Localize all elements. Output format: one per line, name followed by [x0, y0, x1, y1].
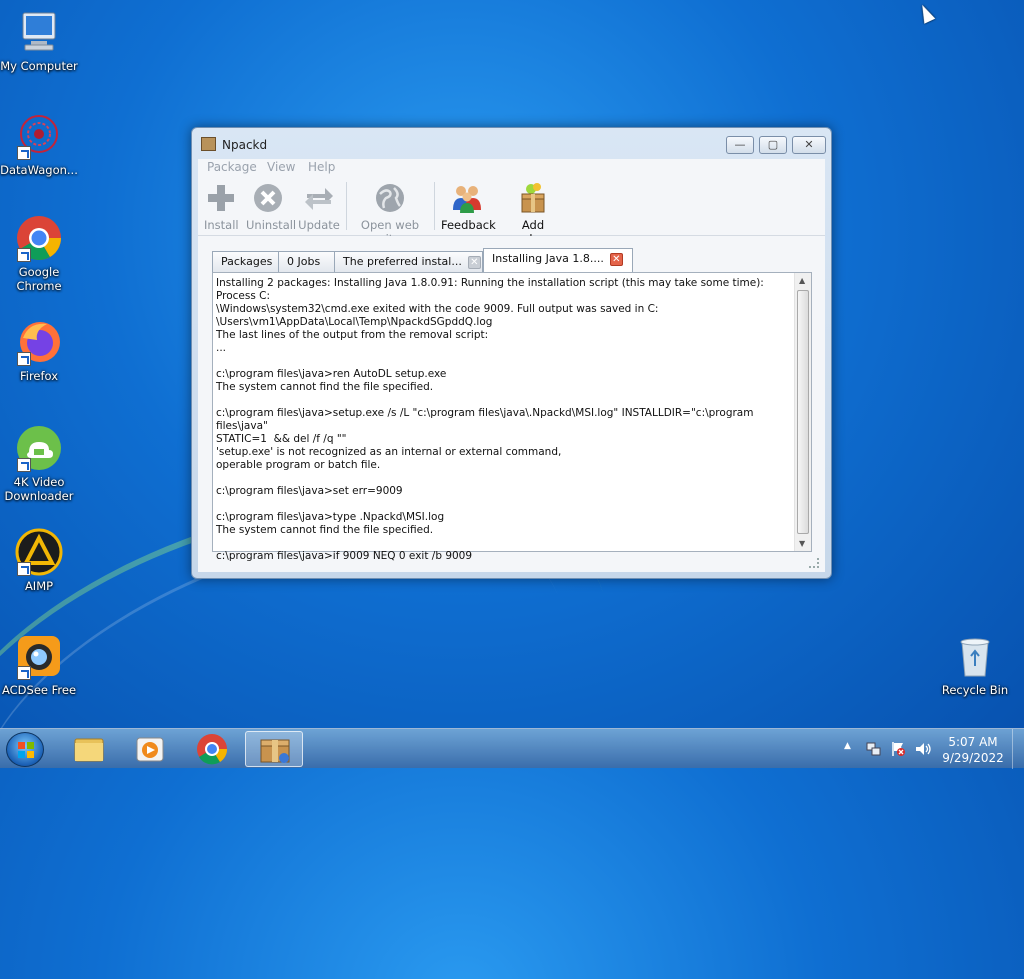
- feedback-button[interactable]: Feedback: [441, 182, 496, 232]
- desktop-icon-firefox[interactable]: Firefox: [0, 318, 78, 383]
- desktop-icon-label: DataWagon...: [0, 163, 78, 177]
- tab-label: The preferred instal...: [343, 255, 462, 268]
- firefox-icon: [15, 318, 63, 366]
- install-button[interactable]: Install: [204, 182, 239, 232]
- uninstall-button[interactable]: Uninstall: [246, 182, 296, 232]
- update-arrows-icon: [303, 182, 335, 214]
- minimize-button[interactable]: —: [726, 136, 754, 154]
- maximize-button[interactable]: ▢: [759, 136, 787, 154]
- taskbar: ▲ 5:07 AM 9/29/2022: [0, 728, 1024, 769]
- recycle-bin-icon: [951, 632, 999, 680]
- menu-view[interactable]: View: [267, 160, 295, 174]
- desktop-icon-label: Recycle Bin: [941, 683, 1009, 697]
- tab-label: Installing Java 1.8....: [492, 252, 604, 265]
- tab-jobs[interactable]: 0 Jobs: [278, 251, 335, 272]
- desktop-icon-label: Google Chrome: [16, 265, 62, 293]
- desktop-icon-label: Firefox: [19, 369, 59, 383]
- npackd-window: Npackd — ▢ ✕ Package View Help Install U…: [191, 127, 832, 579]
- computer-icon: [15, 8, 63, 56]
- taskbar-media-player[interactable]: [121, 731, 179, 767]
- tab-close-icon[interactable]: ✕: [467, 255, 481, 269]
- content-area: Packages 0 Jobs The preferred instal... ✕…: [198, 236, 825, 572]
- acdsee-icon: [15, 632, 63, 680]
- shortcut-arrow-icon: [17, 458, 31, 472]
- menu-help[interactable]: Help: [308, 160, 335, 174]
- desktop-icon-google-chrome[interactable]: Google Chrome: [0, 214, 78, 293]
- shortcut-arrow-icon: [17, 352, 31, 366]
- menu-bar: Package View Help: [198, 159, 825, 176]
- resize-grip-icon[interactable]: [809, 558, 819, 568]
- update-label: Update: [298, 218, 340, 232]
- start-button[interactable]: [6, 732, 44, 767]
- plus-icon: [205, 182, 237, 214]
- chrome-icon: [15, 214, 63, 262]
- tab-close-icon[interactable]: ✕: [609, 252, 623, 266]
- desktop-icon-acdsee-free[interactable]: ACDSee Free: [0, 632, 78, 697]
- video-downloader-icon: [15, 424, 63, 472]
- package-add-icon: [517, 182, 549, 214]
- windows-logo-icon: [18, 742, 34, 758]
- network-icon[interactable]: [866, 741, 882, 781]
- action-center-flag-icon[interactable]: [890, 741, 906, 781]
- tab-label: 0 Jobs: [287, 255, 321, 268]
- shortcut-arrow-icon: [17, 146, 31, 160]
- npackd-app-icon: [201, 137, 216, 151]
- log-output[interactable]: Installing 2 packages: Installing Java 1…: [212, 272, 812, 562]
- shortcut-arrow-icon: [17, 562, 31, 576]
- desktop-icon-4k-video-downloader[interactable]: 4K Video Downloader: [0, 424, 78, 503]
- show-desktop-button[interactable]: [1012, 729, 1024, 769]
- toolbar-separator: [346, 182, 347, 230]
- desktop-icon-label: AIMP: [24, 579, 54, 593]
- uninstall-label: Uninstall: [246, 218, 297, 232]
- taskbar-clock[interactable]: 5:07 AM 9/29/2022: [934, 734, 1012, 766]
- window-titlebar[interactable]: Npackd — ▢ ✕: [192, 128, 831, 160]
- npackd-package-icon: [260, 739, 290, 763]
- install-label: Install: [204, 218, 239, 232]
- window-title: Npackd: [222, 138, 268, 152]
- tab-label: Packages: [221, 255, 273, 268]
- folder-icon: [74, 738, 104, 762]
- tab-preferred-installation[interactable]: The preferred instal... ✕: [334, 251, 483, 272]
- close-button[interactable]: ✕: [792, 136, 826, 154]
- desktop-icon-label: ACDSee Free: [1, 683, 77, 697]
- media-player-icon: [136, 737, 164, 762]
- menu-package[interactable]: Package: [207, 160, 257, 174]
- clock-time: 5:07 AM: [948, 735, 998, 749]
- tab-installing-java[interactable]: Installing Java 1.8.... ✕: [483, 248, 633, 273]
- clock-date: 9/29/2022: [942, 751, 1004, 765]
- x-circle-icon: [252, 182, 284, 214]
- toolbar: Install Uninstall Update Open web site F…: [198, 176, 825, 246]
- chrome-icon: [197, 734, 228, 765]
- desktop-icon-datawagon[interactable]: DataWagon...: [0, 112, 78, 177]
- scroll-thumb[interactable]: [797, 290, 809, 534]
- vertical-scrollbar[interactable]: ▲ ▼: [794, 273, 811, 551]
- aimp-icon: [15, 528, 63, 576]
- mouse-cursor-icon: [916, 2, 936, 24]
- taskbar-chrome[interactable]: [183, 731, 241, 767]
- feedback-label: Feedback: [441, 218, 496, 232]
- show-hidden-icons-button[interactable]: ▲: [844, 741, 851, 781]
- datawagon-icon: [15, 112, 63, 160]
- desktop-icon-label: 4K Video Downloader: [4, 475, 74, 503]
- taskbar-explorer[interactable]: [60, 731, 118, 767]
- desktop-icon-label: My Computer: [0, 59, 78, 73]
- taskbar-npackd[interactable]: [245, 731, 303, 767]
- shortcut-arrow-icon: [17, 666, 31, 680]
- shortcut-arrow-icon: [17, 248, 31, 262]
- desktop-icon-recycle-bin[interactable]: Recycle Bin: [936, 632, 1014, 697]
- log-text: Installing 2 packages: Installing Java 1…: [216, 277, 764, 562]
- desktop-icon-my-computer[interactable]: My Computer: [0, 8, 78, 73]
- people-icon: [451, 182, 483, 214]
- globe-icon: [374, 182, 406, 214]
- scroll-up-icon[interactable]: ▲: [799, 276, 805, 285]
- desktop-icon-aimp[interactable]: AIMP: [0, 528, 78, 593]
- tab-packages[interactable]: Packages: [212, 251, 279, 272]
- update-button[interactable]: Update: [298, 182, 340, 232]
- volume-icon[interactable]: [914, 741, 932, 781]
- scroll-down-icon[interactable]: ▼: [799, 539, 805, 548]
- toolbar-separator: [434, 182, 435, 230]
